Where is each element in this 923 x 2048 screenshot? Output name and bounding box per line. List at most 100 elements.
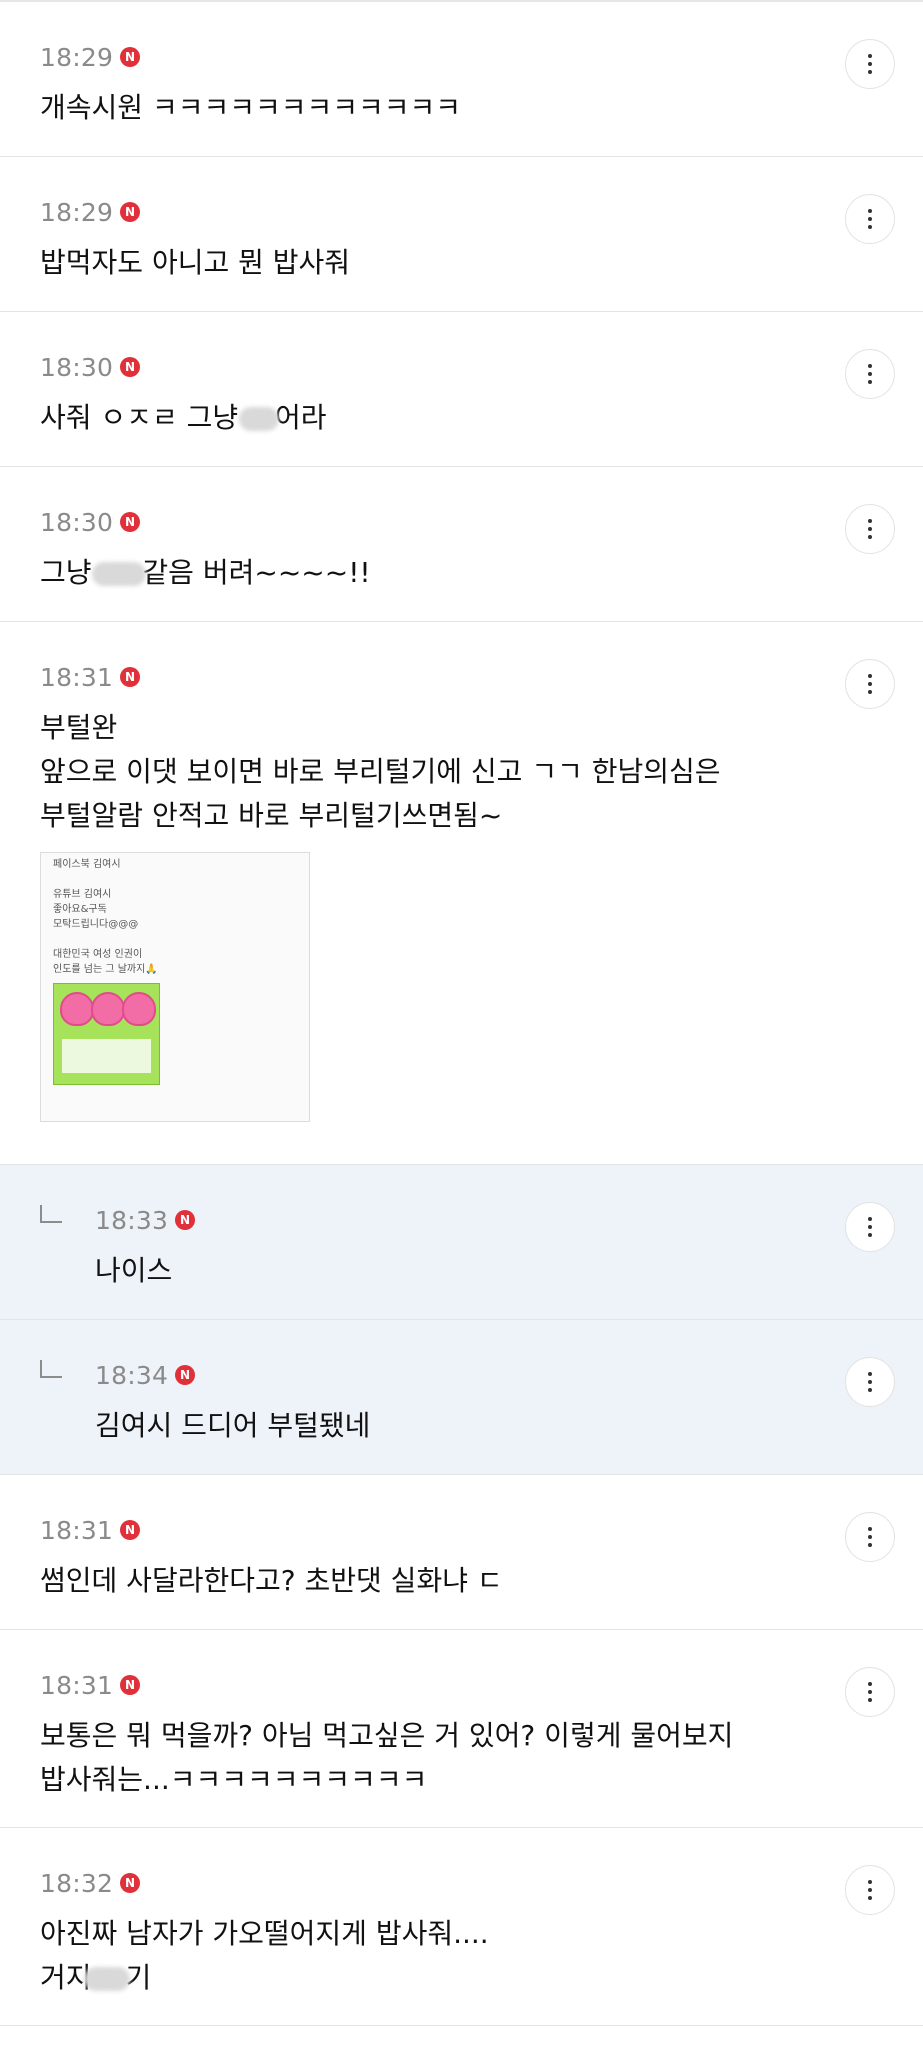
more-options-button[interactable] [845,1202,895,1252]
comment-time: 18:29 [40,42,114,72]
comment-text: 보통은 뭐 먹을까? 아님 먹고싶은 거 있어? 이렇게 물어보지 밥사줘는..… [40,1714,803,1802]
comment-item: 18:32 N 아진짜 남자가 가오떨어지게 밥사줘.... 거지 기 [0,1828,923,2026]
comment-line: 앞으로 이댓 보이면 바로 부리털기에 신고 ㄱㄱ 한남의심은 [40,755,721,788]
image-text-line: 페이스북 김여시 [53,859,121,870]
heart-icon [60,992,94,1026]
more-vertical-icon [868,1217,872,1237]
more-options-button[interactable] [845,1357,895,1407]
more-vertical-icon [868,54,872,74]
comment-line: 부털완 [40,711,118,744]
new-badge-icon: N [120,1520,141,1540]
new-badge-icon: N [120,357,141,377]
comment-text-part: 같음 버려~~~~!! [142,556,371,589]
comment-text: 아진짜 남자가 가오떨어지게 밥사줘.... 거지 기 [40,1912,803,2000]
comment-meta: 18:31 N [40,1670,803,1700]
comment-item: 18:30 N 그냥 같음 버려~~~~!! [0,467,923,622]
comment-text: 나이스 [95,1254,173,1287]
comment-time: 18:30 [40,352,114,382]
heart-icon [122,992,156,1026]
more-options-button[interactable] [845,1512,895,1562]
more-options-button[interactable] [845,39,895,89]
comment-text-part: 사줘 ㅇㅈㄹ 그냥 [40,401,248,434]
comment-line: 부털알람 안적고 바로 부리털기쓰면됨~ [40,799,503,832]
comment-line: 아진짜 남자가 가오떨어지게 밥사줘.... [40,1917,489,1950]
comment-item: 18:31 N 보통은 뭐 먹을까? 아님 먹고싶은 거 있어? 이렇게 물어보… [0,1630,923,1828]
new-badge-icon: N [120,1675,141,1695]
more-vertical-icon [868,1880,872,1900]
comment-item: 18:30 N 사줘 ㅇㅈㄹ 그냥 어라 [0,312,923,467]
comment-time: 18:31 [40,662,114,692]
comment-text: 사줘 ㅇㅈㄹ 그냥 어라 [40,396,803,440]
more-vertical-icon [868,1682,872,1702]
more-options-button[interactable] [845,504,895,554]
more-options-button[interactable] [845,1865,895,1915]
new-badge-icon: N [120,1873,141,1893]
comment-meta: 18:29 N [40,197,803,227]
more-vertical-icon [868,674,872,694]
comment-meta: 18:31 N [40,662,803,692]
comment-time: 18:30 [40,507,114,537]
reply-item: 18:34 N 김여시 드디어 부털됐네 [0,1320,923,1475]
image-text-line: 인도를 넘는 그 날까지🙏 [53,964,158,975]
attached-image-text: 페이스북 김여시 유튜브 김여시 좋아요&구독 모탁드립니다@@@ 대한민국 여… [53,857,158,977]
comment-text-part: 그냥 [40,556,101,589]
comment-meta: 18:34 N [95,1360,803,1390]
new-badge-icon: N [175,1210,196,1230]
comment-line: 보통은 뭐 먹을까? 아님 먹고싶은 거 있어? 이렇게 물어보지 [40,1719,734,1752]
more-options-button[interactable] [845,194,895,244]
image-text-line: 대한민국 여성 인권이 [53,949,143,960]
more-options-button[interactable] [845,349,895,399]
sticker-caption-area [62,1039,151,1073]
comment-text-part: 어라 [275,401,327,434]
comment-text: 썸인데 사달라한다고? 초반댓 실화냐 ㄷ [40,1564,503,1597]
comment-item: 18:29 N 밥먹자도 아니고 뭔 밥사줘 [0,157,923,312]
new-badge-icon: N [120,667,141,687]
new-badge-icon: N [120,512,141,532]
comment-text: 부털완 앞으로 이댓 보이면 바로 부리털기에 신고 ㄱㄱ 한남의심은 부털알람… [40,706,803,838]
attached-image[interactable]: 페이스북 김여시 유튜브 김여시 좋아요&구독 모탁드립니다@@@ 대한민국 여… [40,852,310,1122]
image-text-line [53,872,158,887]
image-text-line: 모탁드립니다@@@ [53,919,139,930]
comment-meta: 18:30 N [40,507,803,537]
comment-item: 18:31 N 썸인데 사달라한다고? 초반댓 실화냐 ㄷ [0,1475,923,1630]
comment-time: 18:29 [40,197,114,227]
comment-time: 18:31 [40,1515,114,1545]
new-badge-icon: N [175,1365,196,1385]
comment-meta: 18:31 N [40,1515,803,1545]
censored-blur [239,407,280,431]
comment-meta: 18:30 N [40,352,803,382]
comment-time: 18:32 [40,1868,114,1898]
comment-text: 개속시원 ㅋㅋㅋㅋㅋㅋㅋㅋㅋㅋㅋㅋ [40,91,462,124]
censored-blur [83,1967,130,1991]
more-vertical-icon [868,209,872,229]
comment-time: 18:34 [95,1360,169,1390]
more-options-button[interactable] [845,659,895,709]
more-vertical-icon [868,364,872,384]
new-badge-icon: N [120,47,141,67]
comment-time: 18:33 [95,1205,169,1235]
comment-item: 18:31 N 부털완 앞으로 이댓 보이면 바로 부리털기에 신고 ㄱㄱ 한남… [0,622,923,1165]
comment-item: 18:29 N 개속시원 ㅋㅋㅋㅋㅋㅋㅋㅋㅋㅋㅋㅋ [0,2,923,157]
comment-meta: 18:32 N [40,1868,803,1898]
reply-arrow-icon [40,1360,62,1378]
more-vertical-icon [868,1372,872,1392]
more-vertical-icon [868,1527,872,1547]
comment-meta: 18:33 N [95,1205,803,1235]
reply-arrow-icon [40,1205,62,1223]
comment-text: 김여시 드디어 부털됐네 [95,1409,371,1442]
comment-line: 거지 기 [40,1956,803,2000]
reply-item: 18:33 N 나이스 [0,1165,923,1320]
more-vertical-icon [868,519,872,539]
image-text-line: 유튜브 김여시 [53,889,112,900]
heart-icon [91,992,125,1026]
comment-text: 밥먹자도 아니고 뭔 밥사줘 [40,246,351,279]
censored-blur [92,562,147,586]
image-text-line: 좋아요&구독 [53,904,107,915]
comment-time: 18:31 [40,1670,114,1700]
image-text-line [53,932,158,947]
new-badge-icon: N [120,202,141,222]
more-options-button[interactable] [845,1667,895,1717]
sticker-image [53,983,160,1085]
comment-meta: 18:29 N [40,42,803,72]
comment-line: 밥사줘는...ㅋㅋㅋㅋㅋㅋㅋㅋㅋㅋ [40,1763,428,1796]
